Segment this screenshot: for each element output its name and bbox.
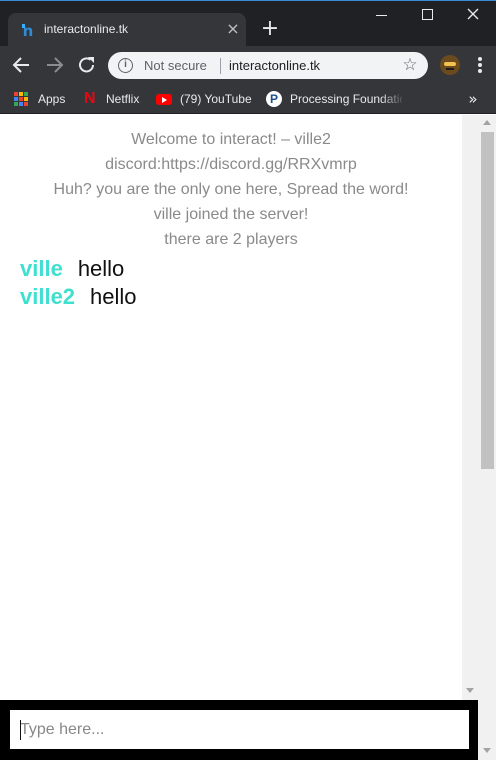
arrow-right-icon <box>47 57 64 73</box>
system-message: Huh? you are the only one here, Spread t… <box>53 181 409 198</box>
system-message: there are 2 players <box>164 231 298 248</box>
address-bar[interactable]: i Not secure interactonline.tk ☆ <box>108 52 428 79</box>
chat-username: ville <box>20 256 63 281</box>
new-tab-button[interactable]: + <box>259 18 281 40</box>
address-divider <box>220 58 221 74</box>
extension-avatar-icon[interactable] <box>440 55 460 75</box>
tab-title: interactonline.tk <box>44 22 129 36</box>
bookmark-label: Netflix <box>106 92 140 106</box>
close-window-button[interactable] <box>461 4 485 24</box>
tab-close-icon[interactable]: × <box>225 20 241 38</box>
forward-button[interactable] <box>42 54 66 76</box>
youtube-icon <box>156 93 172 105</box>
browser-toolbar: i Not secure interactonline.tk ☆ <box>0 46 496 84</box>
bookmarks-bar: Apps N Netflix (79) YouTube P Processing… <box>0 84 496 114</box>
window-accent-line <box>0 0 496 1</box>
site-favicon-icon: n <box>20 23 36 39</box>
site-info-icon[interactable]: i <box>118 58 133 73</box>
security-status[interactable]: Not secure <box>144 58 207 73</box>
scroll-down-arrow-icon[interactable] <box>483 748 491 753</box>
arrow-left-icon <box>12 57 29 73</box>
chat-message: ville hello <box>20 256 137 284</box>
reload-icon <box>79 57 94 73</box>
browser-menu-icon[interactable] <box>478 57 482 73</box>
browser-tab[interactable]: n interactonline.tk × <box>8 13 246 46</box>
browser-titlebar: n interactonline.tk × + <box>0 0 496 46</box>
minimize-button[interactable] <box>370 4 394 24</box>
chat-input[interactable] <box>10 710 469 749</box>
chat-log: ville hello ville2 hello <box>20 256 137 312</box>
bookmark-star-icon[interactable]: ☆ <box>400 55 420 75</box>
chat-message-text: hello <box>77 256 125 281</box>
bookmarks-overflow-icon[interactable]: » <box>464 90 482 108</box>
system-message-list: Welcome to interact! – ville2 discord:ht… <box>0 127 462 252</box>
bookmark-netflix[interactable]: N Netflix <box>84 90 139 108</box>
scroll-up-arrow-icon[interactable] <box>483 120 491 125</box>
processing-icon: P <box>266 91 282 107</box>
bookmark-label: (79) YouTube <box>180 92 252 106</box>
chat-username: ville2 <box>20 284 76 309</box>
system-message: Welcome to interact! – ville2 <box>131 131 331 148</box>
maximize-button[interactable] <box>415 4 439 24</box>
close-icon <box>467 8 479 20</box>
chat-message: ville2 hello <box>20 284 137 312</box>
reload-button[interactable] <box>75 54 99 76</box>
back-button[interactable] <box>10 54 34 76</box>
bookmark-youtube[interactable]: (79) YouTube <box>156 90 252 108</box>
scroll-thumb[interactable] <box>481 132 494 469</box>
url-text[interactable]: interactonline.tk <box>229 58 320 73</box>
chat-page: Welcome to interact! – ville2 discord:ht… <box>0 115 462 700</box>
system-message: ville joined the server! <box>153 206 309 223</box>
chat-message-text: hello <box>90 284 137 309</box>
apps-grid-icon <box>14 92 28 106</box>
chat-input-bar <box>0 700 478 760</box>
text-caret <box>20 720 21 740</box>
netflix-icon: N <box>84 90 96 107</box>
bookmark-fade <box>380 84 406 113</box>
bookmark-apps[interactable]: Apps <box>14 90 65 108</box>
inner-scroll-down-arrow-icon[interactable] <box>466 688 474 693</box>
system-message: discord:https://discord.gg/RRXvmrp <box>105 156 357 173</box>
bookmark-label: Apps <box>38 92 66 106</box>
